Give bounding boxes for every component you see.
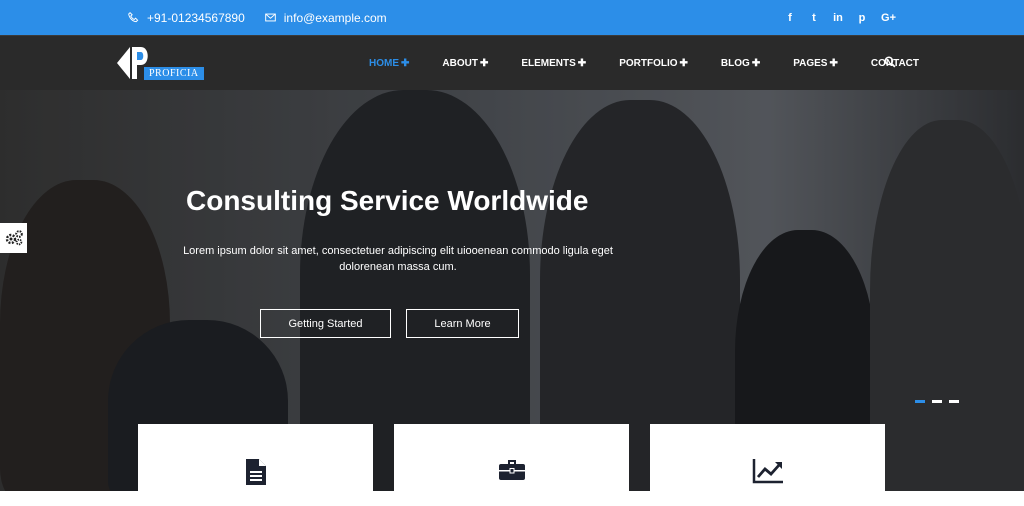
nav-portfolio-label: PORTFOLIO: [619, 57, 678, 69]
phone-icon: [128, 12, 139, 23]
slider-dot-3[interactable]: [949, 400, 959, 403]
nav-portfolio-plus-icon: ✚: [679, 57, 688, 69]
hero-title: Consulting Service Worldwide: [186, 185, 589, 216]
top-bar: +91-01234567890 info@example.com f t in …: [0, 0, 1024, 35]
email-address[interactable]: info@example.com: [284, 11, 387, 25]
nav-pages[interactable]: PAGES ✚: [793, 58, 838, 69]
nav-elements-plus-icon: ✚: [577, 57, 587, 69]
document-icon: [245, 459, 266, 485]
nav-home-label: HOME: [369, 57, 399, 69]
nav-about-label: ABOUT: [442, 57, 478, 69]
envelope-icon: [264, 13, 276, 22]
nav-home[interactable]: HOME ✚: [369, 58, 409, 69]
main-navbar: PROFICIA HOME ✚ ABOUT ✚ ELEMENTS ✚ PORTFOLI…: [0, 35, 1024, 90]
logo-text: PROFICIA: [144, 67, 204, 80]
email-info: info@example.com: [264, 11, 387, 25]
main-menu: HOME ✚ ABOUT ✚ ELEMENTS ✚ PORTFOLIO ✚ BLOG ✚ …: [369, 36, 952, 90]
nav-home-plus-icon: ✚: [401, 57, 410, 69]
feature-card-3: [650, 424, 885, 506]
linkedin-icon[interactable]: in: [833, 12, 843, 24]
feature-card-1: [138, 424, 373, 506]
nav-blog[interactable]: BLOG ✚: [721, 58, 760, 69]
nav-about[interactable]: ABOUT ✚: [442, 58, 488, 69]
slider-dot-1[interactable]: [915, 400, 925, 403]
feature-card-2: [394, 424, 629, 506]
settings-toggle[interactable]: [0, 223, 27, 253]
social-links: f t in p G+: [785, 0, 896, 35]
google-plus-icon[interactable]: G+: [881, 12, 896, 24]
nav-blog-label: BLOG: [720, 57, 750, 69]
nav-pages-plus-icon: ✚: [829, 57, 838, 69]
getting-started-button[interactable]: Getting Started: [260, 309, 391, 338]
site-logo[interactable]: PROFICIA: [116, 44, 206, 84]
contact-info: +91-01234567890 info@example.com: [128, 0, 387, 35]
nav-pages-label: PAGES: [793, 57, 828, 69]
nav-portfolio[interactable]: PORTFOLIO ✚: [619, 58, 688, 69]
search-icon[interactable]: [884, 56, 896, 68]
nav-elements[interactable]: ELEMENTS ✚: [521, 58, 586, 69]
hero-description: Lorem ipsum dolor sit amet, consectetuer…: [183, 245, 613, 273]
learn-more-button[interactable]: Learn More: [406, 309, 519, 338]
chart-icon: [752, 459, 783, 484]
nav-elements-label: ELEMENTS: [521, 57, 576, 69]
gears-icon: [5, 230, 23, 246]
phone-info: +91-01234567890: [128, 11, 245, 25]
slider-dot-2[interactable]: [932, 400, 942, 403]
phone-number[interactable]: +91-01234567890: [147, 11, 245, 25]
nav-about-plus-icon: ✚: [479, 57, 489, 69]
nav-blog-plus-icon: ✚: [751, 57, 761, 69]
pinterest-icon[interactable]: p: [857, 12, 867, 24]
briefcase-icon: [498, 460, 525, 480]
facebook-icon[interactable]: f: [785, 12, 795, 24]
twitter-icon[interactable]: t: [809, 12, 819, 24]
slider-dots: [915, 400, 959, 403]
